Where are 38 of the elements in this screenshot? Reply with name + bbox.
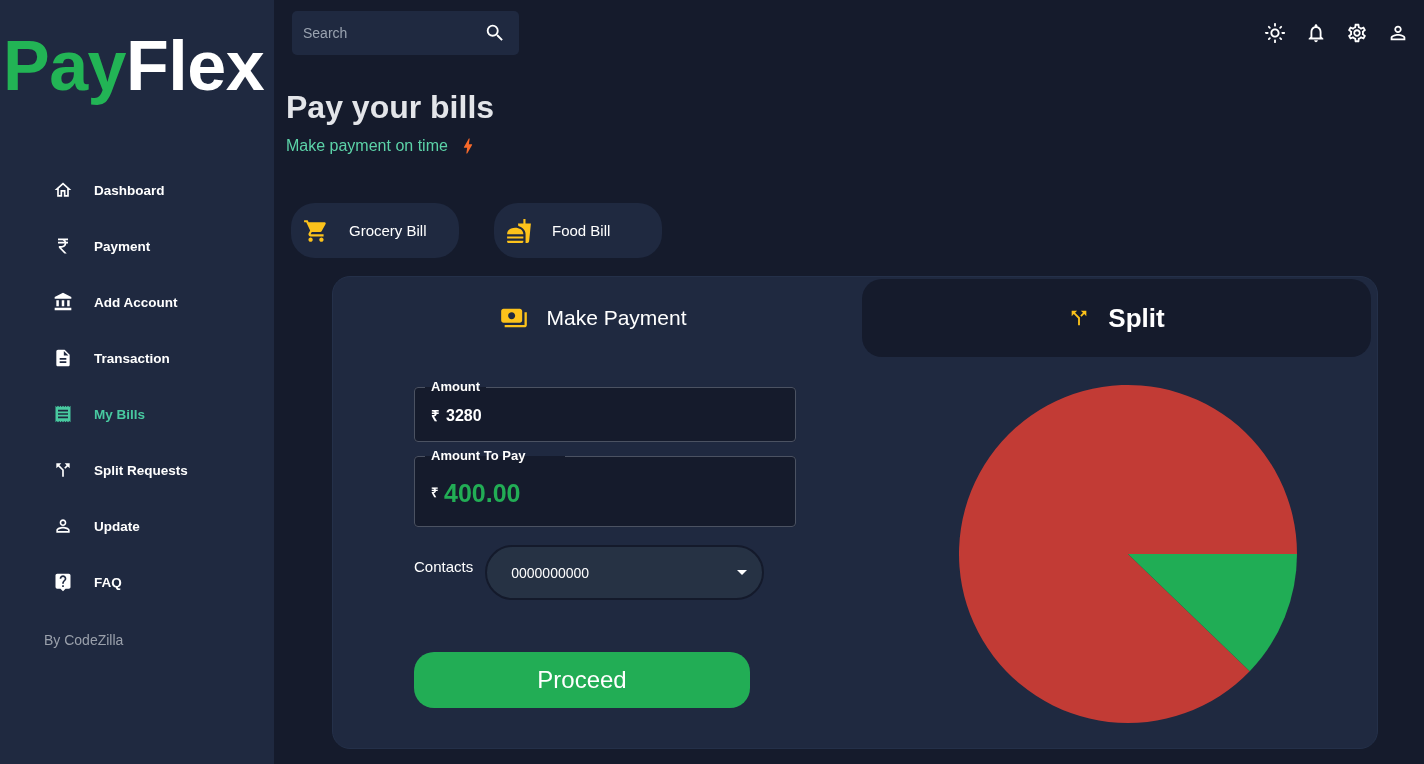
page-title: Pay your bills [286, 88, 495, 127]
bill-chip[interactable]: Food Bill [494, 203, 662, 258]
nav-item[interactable]: Dashboard [53, 178, 165, 202]
tab[interactable]: Make Payment [339, 279, 848, 357]
nav-item[interactable]: FAQ [53, 570, 122, 594]
contacts-dropdown[interactable]: 0000000000 [485, 545, 765, 600]
nav-item[interactable]: Update [53, 514, 140, 538]
amount-field[interactable]: Amount To Pay ₹ 400.00 [414, 448, 796, 527]
bill-chip[interactable]: Grocery Bill [291, 203, 459, 258]
tab[interactable]: Split [862, 279, 1371, 357]
nav-item[interactable]: My Bills [53, 402, 145, 426]
split-arrow-icon [53, 460, 73, 480]
nav-item[interactable]: Payment [53, 234, 151, 258]
burger-drink-icon [506, 217, 532, 244]
caret-icon [737, 570, 748, 575]
field-label: Amount To Pay [430, 448, 527, 464]
page-subtitle: Make payment on time [286, 136, 448, 156]
nav-item[interactable]: Add Account [53, 290, 178, 314]
question-bubble-icon [53, 572, 73, 592]
receipt-icon [53, 404, 73, 424]
currency-symbol: ₹ [431, 407, 440, 425]
nav-item[interactable]: Split Requests [53, 458, 188, 482]
amount-value: 400.00 [444, 478, 521, 508]
search-icon[interactable] [484, 22, 506, 44]
bank-icon [53, 292, 73, 312]
document-icon [53, 348, 73, 368]
currency-symbol: ₹ [431, 485, 438, 501]
cart-icon [303, 217, 329, 244]
nav-item[interactable]: Transaction [53, 346, 170, 370]
settings-icon[interactable] [1346, 22, 1368, 44]
sun-icon[interactable] [1264, 22, 1286, 44]
home-icon [53, 180, 73, 200]
credit-text: By CodeZilla [44, 631, 124, 650]
amount-value: 3280 [446, 406, 482, 426]
field-label: Amount [430, 379, 482, 395]
amount-field[interactable]: Amount ₹ 3280 [414, 379, 796, 442]
search-field[interactable]: Search [292, 11, 519, 55]
contacts-label: Contacts [414, 557, 474, 577]
